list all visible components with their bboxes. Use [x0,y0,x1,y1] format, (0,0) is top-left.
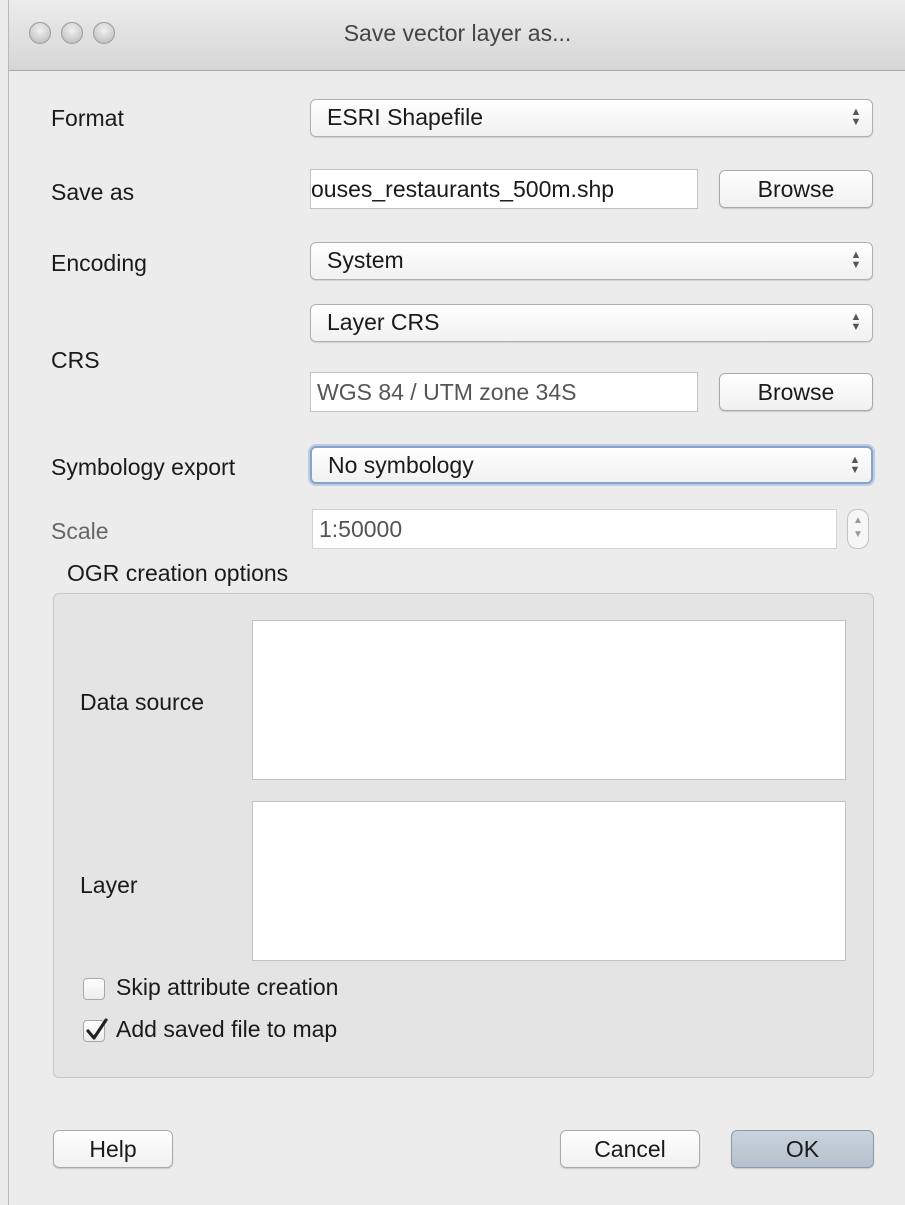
window-title: Save vector layer as... [343,20,572,46]
crs-input[interactable]: WGS 84 / UTM zone 34S [310,372,698,412]
add-to-map-label: Add saved file to map [116,1016,338,1042]
crs-select[interactable]: Layer CRS ▲ ▼ [310,304,873,342]
format-select-value: ESRI Shapefile [327,104,483,130]
ogr-options-title: OGR creation options [67,560,289,586]
data-source-label: Data source [80,689,205,715]
data-source-textarea[interactable] [252,620,846,780]
select-arrows-icon: ▲ ▼ [849,454,861,476]
select-arrows-icon: ▲ ▼ [850,249,862,271]
ogr-options-group: Data source Layer Skip attribute creatio… [53,593,874,1078]
checkmark-icon [86,1018,108,1040]
title-bar: Save vector layer as... [9,0,905,71]
ok-button[interactable]: OK [731,1130,874,1168]
add-to-map-checkbox[interactable] [83,1018,108,1042]
encoding-select-value: System [327,247,404,273]
save-vector-layer-dialog: Save vector layer as... Format ESRI Shap… [8,0,905,1205]
format-select[interactable]: ESRI Shapefile ▲ ▼ [310,99,873,137]
symbology-export-select[interactable]: No symbology ▲ ▼ [310,446,873,484]
layer-label: Layer [80,872,138,898]
scale-input-value: 1:50000 [319,516,403,542]
skip-attribute-label: Skip attribute creation [116,974,339,1000]
encoding-label: Encoding [51,250,147,276]
scale-spinner[interactable]: ▲ ▼ [847,509,869,549]
crs-browse-button[interactable]: Browse [719,373,873,411]
save-as-input-value: ouses_restaurants_500m.shp [311,176,615,202]
cancel-button[interactable]: Cancel [560,1130,700,1168]
symbology-export-label: Symbology export [51,454,236,480]
crs-select-value: Layer CRS [327,309,440,335]
select-arrows-icon: ▲ ▼ [850,106,862,128]
crs-input-value: WGS 84 / UTM zone 34S [317,379,577,405]
symbology-export-select-value: No symbology [328,452,474,478]
skip-attribute-checkbox[interactable] [83,978,105,1000]
encoding-select[interactable]: System ▲ ▼ [310,242,873,280]
format-label: Format [51,105,124,131]
save-as-label: Save as [51,179,135,205]
help-button[interactable]: Help [53,1130,173,1168]
save-as-browse-button[interactable]: Browse [719,170,873,208]
scale-input[interactable]: 1:50000 [312,509,837,549]
layer-textarea[interactable] [252,801,846,961]
scale-label: Scale [51,518,109,544]
select-arrows-icon: ▲ ▼ [850,311,862,333]
crs-label: CRS [51,347,100,373]
save-as-input[interactable]: ouses_restaurants_500m.shp [310,169,698,209]
